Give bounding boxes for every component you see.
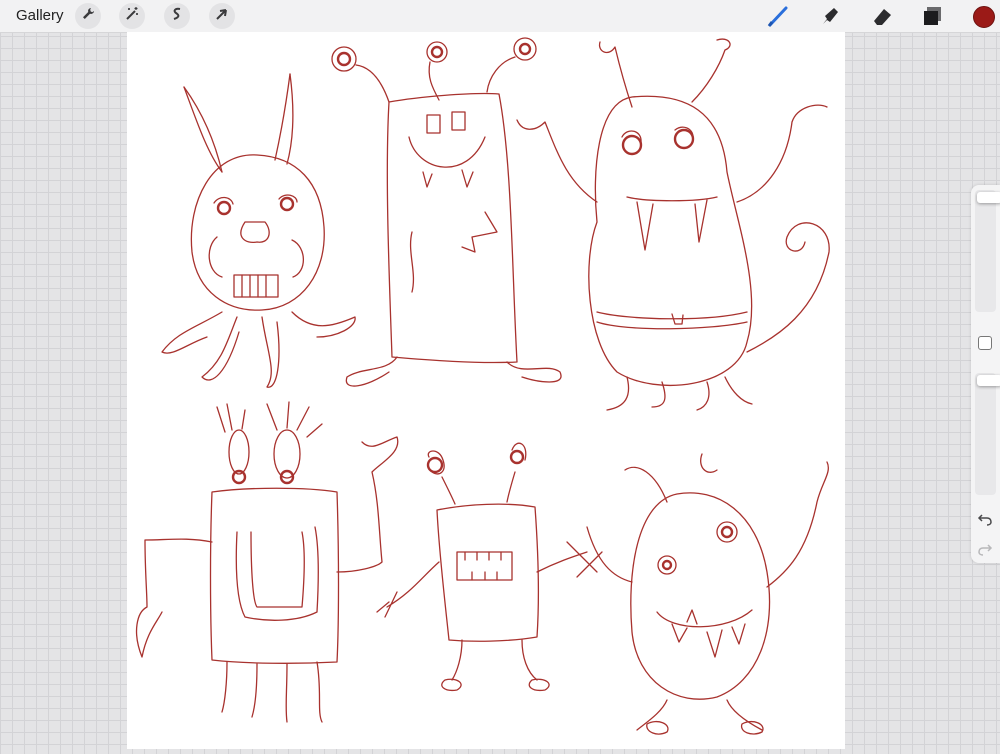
brush-icon: [766, 6, 790, 32]
layers-button[interactable]: [921, 4, 945, 28]
brush-sidebar: [971, 185, 1000, 563]
opacity-slider[interactable]: [975, 373, 1000, 495]
layers-icon: [921, 7, 945, 32]
modify-button[interactable]: [978, 336, 992, 350]
brush-size-thumb[interactable]: [977, 192, 1000, 203]
magic-wand-icon: [124, 6, 140, 27]
monster-drawing-1: [161, 73, 356, 388]
redo-icon[interactable]: [977, 541, 993, 562]
wrench-icon: [80, 6, 96, 27]
smudge-button[interactable]: [818, 4, 842, 28]
smudge-icon: [818, 8, 842, 32]
transform-arrow-icon: [214, 6, 230, 27]
top-toolbar: Gallery: [0, 0, 1000, 33]
eraser-button[interactable]: [870, 4, 894, 28]
brush-size-slider[interactable]: [975, 190, 1000, 312]
eraser-icon: [870, 9, 894, 32]
drawing-canvas[interactable]: [127, 32, 845, 749]
monster-drawing-2: [331, 37, 562, 387]
monster-drawings: [135, 37, 830, 735]
undo-icon[interactable]: [977, 511, 993, 532]
brush-button[interactable]: [766, 4, 790, 28]
monster-drawing-3: [516, 38, 830, 411]
color-picker-button[interactable]: [973, 6, 995, 28]
gallery-button[interactable]: Gallery: [16, 7, 64, 24]
monster-drawing-5: [376, 442, 603, 692]
transform-button[interactable]: [209, 3, 235, 29]
actions-button[interactable]: [75, 3, 101, 29]
monster-drawing-6: [586, 453, 829, 735]
opacity-thumb[interactable]: [977, 375, 1000, 386]
adjustments-button[interactable]: [119, 3, 145, 29]
monster-drawing-4: [135, 401, 399, 723]
selection-icon: [169, 6, 185, 27]
selection-button[interactable]: [164, 3, 190, 29]
